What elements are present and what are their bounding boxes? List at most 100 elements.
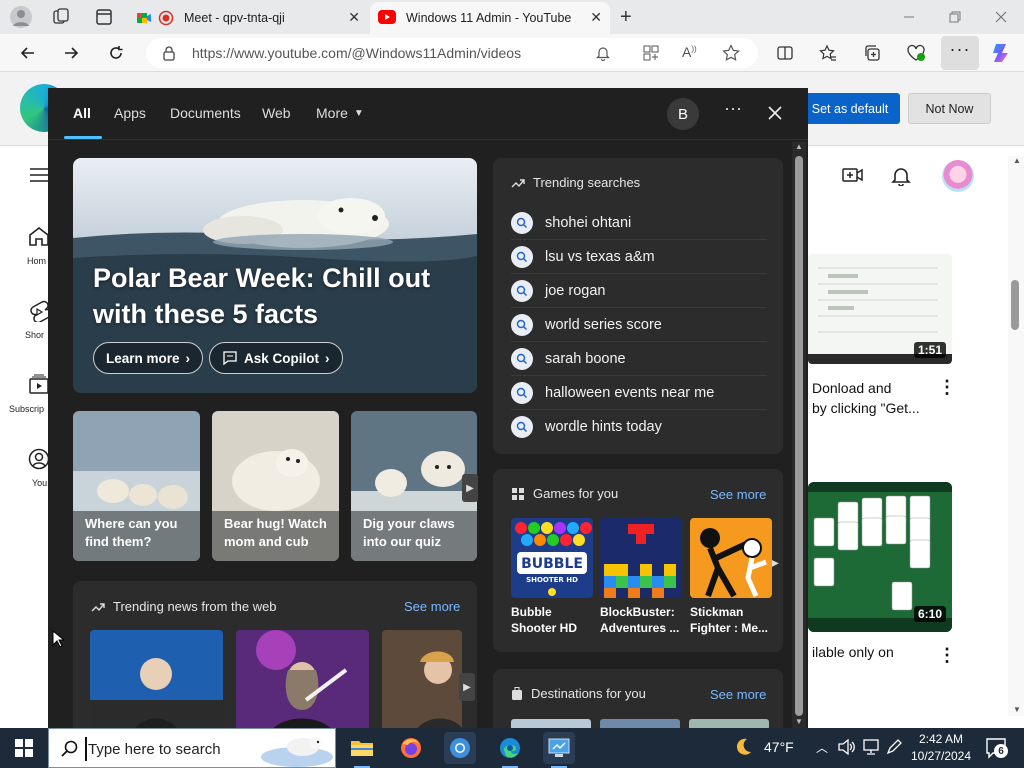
trending-search-item[interactable]: shohei ohtani: [511, 206, 767, 240]
tab-actions-icon[interactable]: [95, 8, 113, 26]
notifications-center-icon[interactable]: 6: [984, 736, 1008, 760]
firefox-icon[interactable]: [395, 732, 427, 764]
notification-bell-icon[interactable]: [596, 45, 610, 61]
show-hidden-icons-icon[interactable]: ︿: [816, 739, 828, 756]
refresh-button[interactable]: [101, 38, 131, 68]
pen-icon[interactable]: [886, 739, 902, 755]
tab-all[interactable]: All: [73, 105, 91, 121]
not-now-button[interactable]: Not Now: [908, 93, 991, 124]
video-title[interactable]: Donload and by clicking "Get...: [812, 378, 920, 418]
new-tab-button[interactable]: +: [620, 6, 632, 29]
settings-more-button[interactable]: ···: [941, 36, 979, 70]
page-scrollbar-thumb[interactable]: [1011, 280, 1019, 330]
trending-search-item[interactable]: joe rogan: [511, 274, 767, 308]
bear-card-hug[interactable]: Bear hug! Watch mom and cub: [212, 411, 339, 561]
games-see-more-link[interactable]: See more: [710, 487, 766, 502]
close-tab-icon[interactable]: ✕: [348, 9, 360, 26]
back-button[interactable]: [13, 38, 43, 68]
trending-search-item[interactable]: lsu vs texas a&m: [511, 240, 767, 274]
subscriptions-icon[interactable]: [29, 374, 49, 394]
tab-apps[interactable]: Apps: [114, 105, 146, 121]
weather-moon-icon[interactable]: [732, 736, 754, 758]
bear-card-where[interactable]: Where can you find them?: [73, 411, 200, 561]
hero-card[interactable]: Polar Bear Week: Chill out with these 5 …: [73, 158, 477, 393]
destinations-see-more-link[interactable]: See more: [710, 687, 766, 702]
news-thumbnail[interactable]: [382, 630, 462, 741]
collections-icon[interactable]: [857, 38, 887, 68]
ask-copilot-button[interactable]: Ask Copilot ›: [209, 342, 343, 374]
you-icon[interactable]: [28, 448, 50, 470]
network-icon[interactable]: [862, 739, 880, 755]
minimize-button[interactable]: [886, 0, 932, 34]
close-window-button[interactable]: [978, 0, 1024, 34]
blockbuster-icon: [600, 518, 682, 598]
restore-button[interactable]: [932, 0, 978, 34]
weather-temp[interactable]: 47°F: [764, 739, 794, 755]
game-stickman-fighter[interactable]: Stickman Fighter : Me...: [690, 518, 772, 636]
tab-web[interactable]: Web: [262, 105, 291, 121]
set-as-default-button[interactable]: Set as default: [800, 93, 900, 124]
hamburger-menu-icon[interactable]: [30, 168, 48, 182]
profile-icon[interactable]: [10, 6, 32, 28]
tab-title: Windows 11 Admin - YouTube: [406, 11, 572, 25]
read-aloud-icon[interactable]: A)): [682, 44, 697, 60]
taskbar-search-box[interactable]: Type here to search: [48, 728, 336, 768]
lock-icon[interactable]: [162, 45, 176, 61]
trending-search-item[interactable]: world series score: [511, 308, 767, 342]
close-flyout-icon[interactable]: [768, 106, 782, 120]
video-menu-icon[interactable]: ⋮: [938, 378, 956, 396]
suitcase-icon: [511, 686, 523, 701]
nav-label-you: You: [32, 478, 48, 488]
tab-meet[interactable]: Meet - qpv-tnta-qji ✕: [128, 2, 368, 34]
trending-search-item[interactable]: wordle hints today: [511, 410, 767, 444]
bear-card-quiz[interactable]: Dig your claws into our quiz: [351, 411, 477, 561]
split-screen-icon[interactable]: [770, 38, 800, 68]
account-avatar[interactable]: B: [667, 98, 699, 130]
flyout-scrollbar-thumb[interactable]: [795, 156, 803, 716]
more-options-icon[interactable]: ···: [724, 98, 742, 119]
news-thumbnail[interactable]: [236, 630, 369, 741]
windows-search-flyout: All Apps Documents Web More ▼ B ··· Polar…: [48, 88, 808, 749]
edge-icon[interactable]: [494, 732, 526, 764]
flyout-scrollbar[interactable]: ▲ ▼: [792, 142, 806, 728]
page-scrollbar[interactable]: ▲ ▼: [1008, 156, 1024, 716]
video-thumbnail[interactable]: 6:10: [808, 482, 952, 632]
game-bubble-shooter[interactable]: BUBBLE SHOOTER HD Bubble Shooter HD: [511, 518, 593, 636]
learn-more-button[interactable]: Learn more ›: [93, 342, 204, 374]
home-icon[interactable]: [28, 226, 50, 246]
chrome-icon[interactable]: [444, 732, 476, 764]
trending-search-item[interactable]: halloween events near me: [511, 376, 767, 410]
copilot-icon[interactable]: [986, 38, 1016, 68]
news-see-more-link[interactable]: See more: [404, 599, 460, 614]
notifications-icon[interactable]: [891, 166, 911, 186]
game-blockbuster[interactable]: BlockBuster: Adventures ...: [600, 518, 682, 636]
app-available-icon[interactable]: [642, 44, 660, 62]
carousel-next-button[interactable]: ▶: [462, 474, 478, 502]
workspaces-icon[interactable]: [52, 8, 70, 26]
control-panel-icon[interactable]: [543, 732, 575, 764]
news-thumbnail[interactable]: [90, 630, 223, 741]
video-menu-icon[interactable]: ⋮: [938, 646, 956, 664]
tab-youtube[interactable]: Windows 11 Admin - YouTube ✕: [370, 2, 610, 34]
favorite-star-icon[interactable]: [722, 44, 740, 62]
browser-essentials-icon[interactable]: [901, 38, 931, 68]
tab-more[interactable]: More ▼: [316, 105, 364, 121]
trending-search-item[interactable]: sarah boone: [511, 342, 767, 376]
create-video-icon[interactable]: [842, 166, 864, 184]
shorts-icon[interactable]: [28, 300, 50, 322]
tab-documents[interactable]: Documents: [170, 105, 241, 121]
close-tab-icon[interactable]: ✕: [590, 9, 602, 26]
news-carousel-next-button[interactable]: ▶: [459, 673, 475, 701]
account-avatar[interactable]: [942, 160, 974, 192]
favorites-icon[interactable]: [813, 38, 843, 68]
windows-start-icon[interactable]: [8, 732, 40, 764]
trending-search-text: shohei ohtani: [545, 214, 632, 231]
browser-title-bar: Meet - qpv-tnta-qji ✕ Windows 11 Admin -…: [0, 0, 1024, 34]
file-explorer-icon[interactable]: [346, 732, 378, 764]
forward-button[interactable]: [56, 38, 86, 68]
volume-icon[interactable]: [838, 739, 856, 755]
video-title[interactable]: ilable only on: [812, 644, 894, 660]
video-thumbnail[interactable]: 1:51: [808, 254, 952, 364]
system-clock[interactable]: 2:42 AM 10/27/2024: [906, 731, 976, 765]
address-bar[interactable]: https://www.youtube.com/@Windows11Admin/…: [146, 38, 758, 68]
